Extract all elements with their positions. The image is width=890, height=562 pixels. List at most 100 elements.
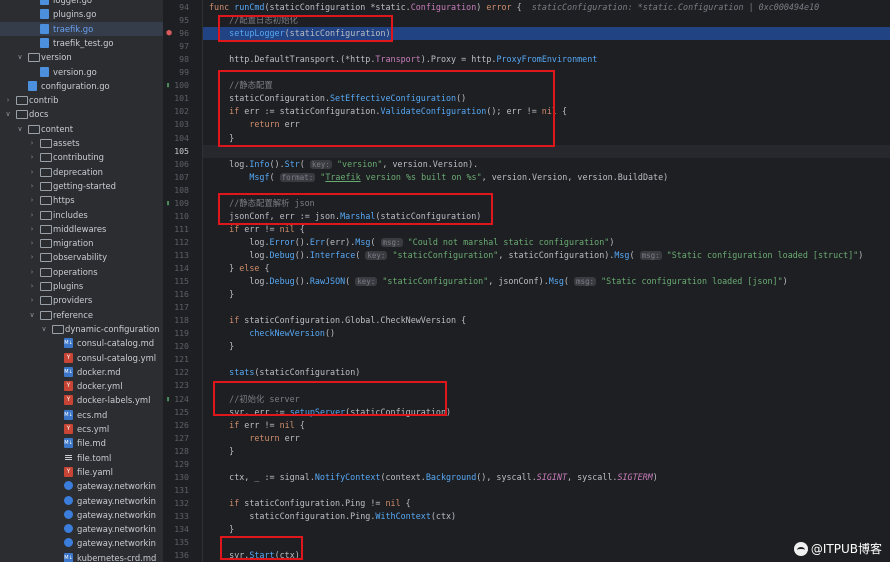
go-file-icon bbox=[40, 0, 49, 5]
chevron-right-icon[interactable]: › bbox=[28, 165, 36, 179]
tree-folder-item[interactable]: › migration bbox=[0, 236, 163, 250]
tree-file-item[interactable]: Yfile.yaml bbox=[0, 465, 163, 479]
code-line[interactable] bbox=[203, 536, 890, 549]
line-number: 135 bbox=[174, 537, 189, 548]
chevron-right-icon[interactable]: › bbox=[28, 293, 36, 307]
code-line[interactable]: checkNewVersion() bbox=[203, 327, 890, 340]
code-line[interactable]: log.Debug().RawJSON( key: "staticConfigu… bbox=[203, 275, 890, 288]
code-line[interactable]: } bbox=[203, 340, 890, 353]
tree-item-label: consul-catalog.yml bbox=[77, 352, 157, 363]
tree-folder-item[interactable]: › observability bbox=[0, 250, 163, 264]
chevron-right-icon[interactable]: › bbox=[28, 265, 36, 279]
tree-folder-item[interactable]: ∨ dynamic-configuration bbox=[0, 322, 163, 336]
project-file-tree[interactable]: logger.go plugins.go traefik.go traefik_tes… bbox=[0, 0, 163, 562]
chevron-right-icon[interactable]: › bbox=[28, 136, 36, 150]
line-number: 104 bbox=[174, 132, 189, 143]
tree-file-item[interactable]: version.go bbox=[0, 65, 163, 79]
code-line[interactable]: func runCmd(staticConfiguration *static.… bbox=[203, 1, 890, 14]
tree-file-item[interactable]: M↓ docker.md bbox=[0, 365, 163, 379]
param-hint: msg: bbox=[639, 250, 662, 260]
tree-file-item[interactable]: traefik_test.go bbox=[0, 36, 163, 50]
tree-folder-item[interactable]: ∨ content bbox=[0, 122, 163, 136]
tree-folder-item[interactable]: › contributing bbox=[0, 150, 163, 164]
chevron-right-icon[interactable]: › bbox=[28, 193, 36, 207]
code-line[interactable]: if staticConfiguration.Global.CheckNewVe… bbox=[203, 314, 890, 327]
code-line[interactable]: return err bbox=[203, 432, 890, 445]
code-token: (), syscall. bbox=[476, 471, 537, 482]
code-line[interactable] bbox=[203, 458, 890, 471]
code-line[interactable] bbox=[203, 484, 890, 497]
code-line[interactable]: Msgf( format: "Traefik version %s built … bbox=[203, 171, 890, 184]
tree-file-item[interactable]: gateway.networkin bbox=[0, 522, 163, 536]
chevron-right-icon[interactable]: › bbox=[4, 93, 12, 107]
line-number: 108 bbox=[174, 184, 189, 195]
breakpoint-icon[interactable]: ⬢ bbox=[166, 27, 172, 40]
tree-folder-item[interactable]: › contrib bbox=[0, 93, 163, 107]
code-line[interactable]: log.Debug().Interface( key: "staticConfi… bbox=[203, 249, 890, 262]
code-line[interactable]: } bbox=[203, 288, 890, 301]
tree-file-item[interactable]: plugins.go bbox=[0, 7, 163, 21]
code-line[interactable]: ctx, _ := signal.NotifyContext(context.B… bbox=[203, 471, 890, 484]
code-line[interactable]: stats(staticConfiguration) bbox=[203, 366, 890, 379]
chevron-down-icon[interactable]: ∨ bbox=[16, 50, 24, 64]
tree-folder-item[interactable]: › https bbox=[0, 193, 163, 207]
code-line[interactable] bbox=[203, 301, 890, 314]
code-line[interactable]: http.DefaultTransport.(*http.Transport).… bbox=[203, 53, 890, 66]
tree-file-item[interactable]: M↓ ecs.md bbox=[0, 408, 163, 422]
chevron-down-icon[interactable]: ∨ bbox=[40, 322, 48, 336]
chevron-right-icon[interactable]: › bbox=[28, 222, 36, 236]
tree-folder-item[interactable]: › deprecation bbox=[0, 165, 163, 179]
chevron-right-icon[interactable]: › bbox=[28, 250, 36, 264]
chevron-right-icon[interactable]: › bbox=[28, 150, 36, 164]
code-line[interactable]: if err != nil { bbox=[203, 419, 890, 432]
chevron-down-icon[interactable]: ∨ bbox=[4, 107, 12, 121]
change-marker-icon[interactable]: ▮ bbox=[166, 393, 170, 406]
tree-file-item[interactable]: traefik.go bbox=[0, 21, 163, 36]
code-line[interactable]: staticConfiguration.Ping.WithContext(ctx… bbox=[203, 510, 890, 523]
tree-file-item[interactable]: configuration.go bbox=[0, 79, 163, 93]
tree-folder-item[interactable]: ∨ docs bbox=[0, 107, 163, 121]
tree-file-item[interactable]: gateway.networkin bbox=[0, 536, 163, 550]
code-line[interactable]: } else { bbox=[203, 262, 890, 275]
tree-file-item[interactable]: gateway.networkin bbox=[0, 479, 163, 493]
tree-folder-item[interactable]: › plugins bbox=[0, 279, 163, 293]
tree-file-item[interactable]: logger.go bbox=[0, 0, 163, 7]
chevron-right-icon[interactable]: › bbox=[28, 236, 36, 250]
tree-folder-item[interactable]: › middlewares bbox=[0, 222, 163, 236]
chevron-right-icon[interactable]: › bbox=[28, 279, 36, 293]
chevron-down-icon[interactable]: ∨ bbox=[16, 122, 24, 136]
code-line[interactable]: log.Error().Err(err).Msg( msg: "Could no… bbox=[203, 236, 890, 249]
code-line[interactable]: } bbox=[203, 523, 890, 536]
tree-file-item[interactable]: Yconsul-catalog.yml bbox=[0, 351, 163, 365]
tree-folder-item[interactable]: ∨ version bbox=[0, 50, 163, 64]
chevron-right-icon[interactable]: › bbox=[28, 179, 36, 193]
code-line[interactable] bbox=[203, 353, 890, 366]
tree-file-item[interactable]: file.toml bbox=[0, 451, 163, 465]
tree-folder-item[interactable]: › includes bbox=[0, 208, 163, 222]
tree-file-item[interactable]: gateway.networkin bbox=[0, 494, 163, 508]
tree-file-item[interactable]: M↓ file.md bbox=[0, 436, 163, 450]
tree-file-item[interactable]: gateway.networkin bbox=[0, 508, 163, 522]
code-token: ( bbox=[629, 249, 640, 260]
code-line[interactable]: if staticConfiguration.Ping != nil { bbox=[203, 497, 890, 510]
tree-file-item[interactable]: Ydocker.yml bbox=[0, 379, 163, 393]
tree-file-item[interactable]: M↓ consul-catalog.md bbox=[0, 336, 163, 350]
tree-file-item[interactable]: M↓ kubernetes-crd.md bbox=[0, 551, 163, 562]
chevron-right-icon[interactable]: › bbox=[28, 208, 36, 222]
tree-folder-item[interactable]: ∨ reference bbox=[0, 308, 163, 322]
change-marker-icon[interactable]: ▮ bbox=[166, 79, 170, 92]
tree-folder-item[interactable]: › providers bbox=[0, 293, 163, 307]
tree-file-item[interactable]: Yecs.yml bbox=[0, 422, 163, 436]
tree-folder-item[interactable]: › getting-started bbox=[0, 179, 163, 193]
tree-folder-item[interactable]: › assets bbox=[0, 136, 163, 150]
code-line[interactable]: svr.Start(ctx) bbox=[203, 549, 890, 562]
tree-folder-item[interactable]: › operations bbox=[0, 265, 163, 279]
code-token: staticConfiguration.Global.CheckNewVersi… bbox=[244, 315, 467, 326]
chevron-down-icon[interactable]: ∨ bbox=[28, 308, 36, 322]
change-marker-icon[interactable]: ▮ bbox=[166, 197, 170, 210]
code-line[interactable]: } bbox=[203, 445, 890, 458]
code-line[interactable]: log.Info().Str( key: "version", version.… bbox=[203, 158, 890, 171]
tree-file-item[interactable]: Ydocker-labels.yml bbox=[0, 393, 163, 407]
code-line[interactable] bbox=[203, 40, 890, 53]
